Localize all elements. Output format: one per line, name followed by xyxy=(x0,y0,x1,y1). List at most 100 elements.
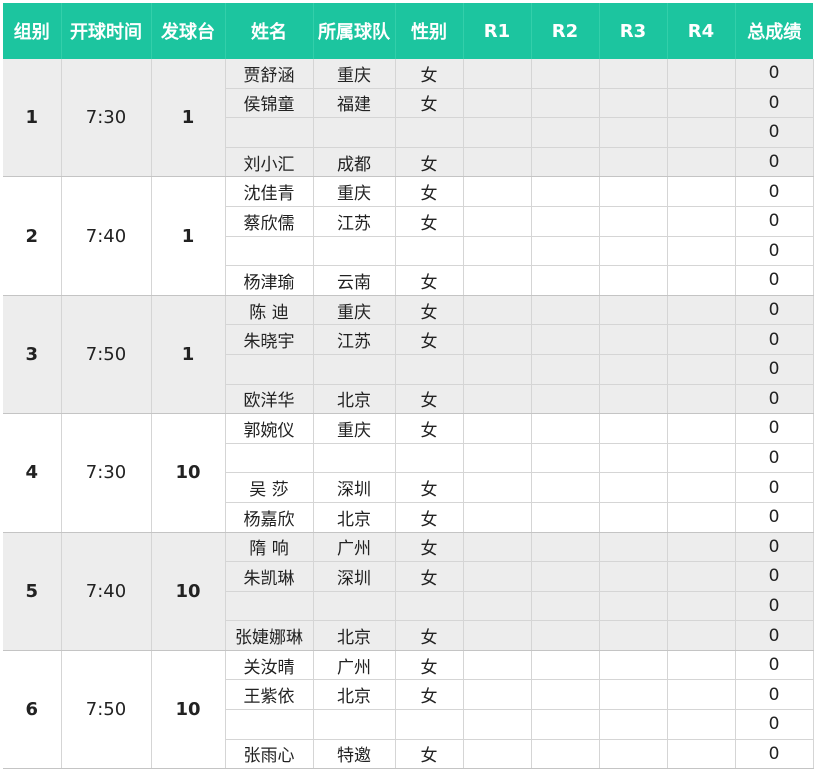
player-sex-cell[interactable] xyxy=(395,236,464,267)
round-1-cell[interactable] xyxy=(463,650,532,681)
round-3-cell[interactable] xyxy=(599,443,668,474)
round-2-cell[interactable] xyxy=(531,650,600,681)
round-2-cell[interactable] xyxy=(531,413,600,444)
round-1-cell[interactable] xyxy=(463,295,532,326)
player-team-cell[interactable]: 重庆 xyxy=(313,295,396,326)
player-team-cell[interactable] xyxy=(313,709,396,740)
round-1-cell[interactable] xyxy=(463,236,532,267)
round-2-cell[interactable] xyxy=(531,709,600,740)
player-sex-cell[interactable] xyxy=(395,443,464,474)
player-name-cell[interactable]: 侯锦童 xyxy=(225,88,314,119)
player-team-cell[interactable]: 广州 xyxy=(313,650,396,681)
total-score-cell[interactable]: 0 xyxy=(735,354,814,385)
round-1-cell[interactable] xyxy=(463,59,532,89)
round-3-cell[interactable] xyxy=(599,561,668,592)
tee-number-cell[interactable]: 10 xyxy=(151,532,226,651)
round-4-cell[interactable] xyxy=(667,591,736,622)
round-1-cell[interactable] xyxy=(463,502,532,533)
group-number-cell[interactable]: 2 xyxy=(3,176,62,296)
player-sex-cell[interactable]: 女 xyxy=(395,561,464,592)
round-2-cell[interactable] xyxy=(531,502,600,533)
total-score-cell[interactable]: 0 xyxy=(735,739,814,770)
round-3-cell[interactable] xyxy=(599,472,668,503)
total-score-cell[interactable]: 0 xyxy=(735,502,814,533)
player-sex-cell[interactable] xyxy=(395,117,464,148)
round-3-cell[interactable] xyxy=(599,709,668,740)
round-1-cell[interactable] xyxy=(463,413,532,444)
player-name-cell[interactable] xyxy=(225,117,314,148)
player-name-cell[interactable]: 关汝晴 xyxy=(225,650,314,681)
round-4-cell[interactable] xyxy=(667,739,736,770)
round-1-cell[interactable] xyxy=(463,265,532,296)
round-2-cell[interactable] xyxy=(531,206,600,237)
round-2-cell[interactable] xyxy=(531,265,600,296)
round-3-cell[interactable] xyxy=(599,295,668,326)
player-team-cell[interactable]: 北京 xyxy=(313,384,396,415)
round-1-cell[interactable] xyxy=(463,709,532,740)
total-score-cell[interactable]: 0 xyxy=(735,117,814,148)
round-2-cell[interactable] xyxy=(531,384,600,415)
total-score-cell[interactable]: 0 xyxy=(735,532,814,563)
player-name-cell[interactable]: 朱晓宇 xyxy=(225,324,314,355)
player-sex-cell[interactable]: 女 xyxy=(395,739,464,770)
round-1-cell[interactable] xyxy=(463,591,532,622)
total-score-cell[interactable]: 0 xyxy=(735,413,814,444)
round-2-cell[interactable] xyxy=(531,324,600,355)
round-4-cell[interactable] xyxy=(667,324,736,355)
round-2-cell[interactable] xyxy=(531,472,600,503)
player-name-cell[interactable] xyxy=(225,443,314,474)
total-score-cell[interactable]: 0 xyxy=(735,236,814,267)
round-3-cell[interactable] xyxy=(599,739,668,770)
total-score-cell[interactable]: 0 xyxy=(735,709,814,740)
group-number-cell[interactable]: 4 xyxy=(3,413,62,533)
round-1-cell[interactable] xyxy=(463,739,532,770)
player-sex-cell[interactable]: 女 xyxy=(395,532,464,563)
total-score-cell[interactable]: 0 xyxy=(735,679,814,711)
round-4-cell[interactable] xyxy=(667,709,736,740)
round-2-cell[interactable] xyxy=(531,59,600,89)
round-2-cell[interactable] xyxy=(531,88,600,119)
round-1-cell[interactable] xyxy=(463,384,532,415)
round-3-cell[interactable] xyxy=(599,679,668,711)
player-team-cell[interactable]: 江苏 xyxy=(313,324,396,355)
round-1-cell[interactable] xyxy=(463,679,532,711)
total-score-cell[interactable]: 0 xyxy=(735,59,814,89)
player-team-cell[interactable]: 广州 xyxy=(313,532,396,563)
player-name-cell[interactable]: 隋 响 xyxy=(225,532,314,563)
round-1-cell[interactable] xyxy=(463,206,532,237)
round-4-cell[interactable] xyxy=(667,443,736,474)
round-2-cell[interactable] xyxy=(531,295,600,326)
round-4-cell[interactable] xyxy=(667,502,736,533)
player-sex-cell[interactable]: 女 xyxy=(395,147,464,178)
player-name-cell[interactable]: 朱凯琳 xyxy=(225,561,314,592)
total-score-cell[interactable]: 0 xyxy=(735,472,814,503)
player-team-cell[interactable]: 特邀 xyxy=(313,739,396,770)
round-2-cell[interactable] xyxy=(531,147,600,178)
round-1-cell[interactable] xyxy=(463,443,532,474)
player-name-cell[interactable]: 沈佳青 xyxy=(225,176,314,207)
round-1-cell[interactable] xyxy=(463,561,532,592)
player-sex-cell[interactable]: 女 xyxy=(395,295,464,326)
round-3-cell[interactable] xyxy=(599,532,668,563)
player-name-cell[interactable]: 杨嘉欣 xyxy=(225,502,314,533)
player-team-cell[interactable] xyxy=(313,354,396,385)
round-2-cell[interactable] xyxy=(531,443,600,474)
player-sex-cell[interactable]: 女 xyxy=(395,384,464,415)
player-name-cell[interactable]: 王紫依 xyxy=(225,679,314,711)
player-sex-cell[interactable]: 女 xyxy=(395,679,464,711)
round-1-cell[interactable] xyxy=(463,532,532,563)
round-3-cell[interactable] xyxy=(599,88,668,119)
player-team-cell[interactable] xyxy=(313,591,396,622)
tee-number-cell[interactable]: 1 xyxy=(151,295,226,415)
round-1-cell[interactable] xyxy=(463,147,532,178)
player-team-cell[interactable]: 重庆 xyxy=(313,176,396,207)
total-score-cell[interactable]: 0 xyxy=(735,147,814,178)
player-sex-cell[interactable]: 女 xyxy=(395,176,464,207)
round-3-cell[interactable] xyxy=(599,650,668,681)
player-name-cell[interactable]: 杨津瑜 xyxy=(225,265,314,296)
total-score-cell[interactable]: 0 xyxy=(735,88,814,119)
player-name-cell[interactable]: 蔡欣儒 xyxy=(225,206,314,237)
round-1-cell[interactable] xyxy=(463,176,532,207)
tee-number-cell[interactable]: 10 xyxy=(151,650,226,770)
round-4-cell[interactable] xyxy=(667,88,736,119)
